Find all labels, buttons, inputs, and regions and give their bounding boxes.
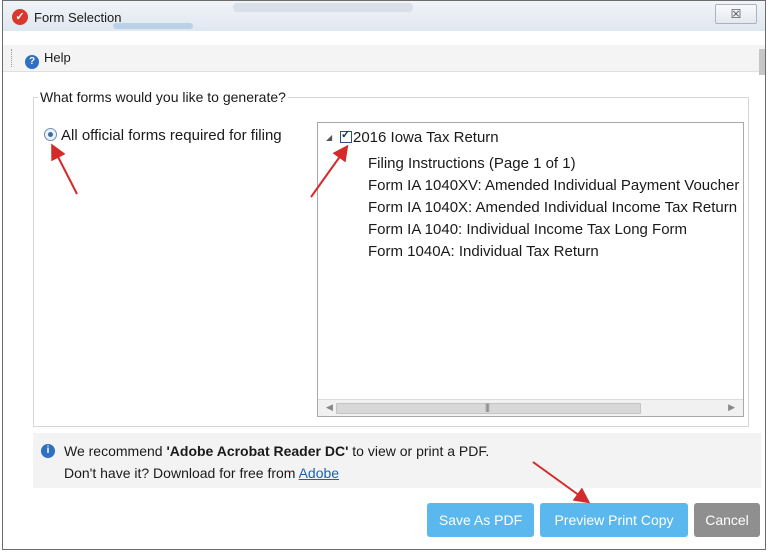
tree-root-label: 2016 Iowa Tax Return [353, 129, 499, 146]
pdf-info-box: i We recommend 'Adobe Acrobat Reader DC'… [33, 433, 761, 488]
group-legend: What forms would you like to generate? [38, 89, 288, 105]
recommend-suffix: to view or print a PDF. [348, 443, 490, 459]
grip-icon: ||| [485, 402, 490, 412]
expand-triangle-icon[interactable]: ◢ [326, 133, 340, 142]
recommend-text: We recommend 'Adobe Acrobat Reader DC' t… [64, 443, 489, 459]
tree-item[interactable]: Form 1040A: Individual Tax Return [368, 241, 743, 263]
close-button[interactable]: ☒ [715, 4, 757, 24]
download-prefix: Don't have it? Download for free from [64, 465, 299, 481]
save-as-pdf-button[interactable]: Save As PDF [427, 503, 534, 537]
recommended-app: 'Adobe Acrobat Reader DC' [166, 443, 349, 459]
background-blur [113, 23, 193, 29]
scroll-left-arrow-icon[interactable]: ◀ [326, 402, 333, 413]
help-icon: ? [25, 55, 39, 69]
tree-item[interactable]: Form IA 1040: Individual Income Tax Long… [368, 219, 743, 241]
tree-root-item[interactable]: ◢ 2016 Iowa Tax Return [326, 128, 499, 146]
title-bar: ✓ Form Selection ☒ [3, 1, 765, 31]
check-icon: ✓ [12, 9, 28, 25]
tree-root-checkbox[interactable] [340, 128, 352, 143]
tree-item[interactable]: Form IA 1040XV: Amended Individual Payme… [368, 175, 743, 197]
background-blur [233, 3, 413, 12]
all-forms-radio[interactable] [44, 128, 57, 141]
radio-label: All official forms required for filing [61, 127, 282, 144]
tree-item[interactable]: Filing Instructions (Page 1 of 1) [368, 153, 743, 175]
forms-tree-view[interactable]: ◢ 2016 Iowa Tax Return Filing Instruction… [317, 122, 744, 417]
window-scrollbar[interactable] [759, 49, 765, 75]
download-text: Don't have it? Download for free from Ad… [64, 465, 339, 481]
menu-bar: ? Help [3, 45, 765, 72]
scroll-right-arrow-icon[interactable]: ▶ [728, 402, 735, 413]
all-forms-radio-option[interactable]: All official forms required for filing [44, 127, 282, 144]
horizontal-scrollbar[interactable]: ◀ ||| ▶ [318, 399, 743, 416]
adobe-link[interactable]: Adobe [299, 465, 339, 481]
tree-item[interactable]: Form IA 1040X: Amended Individual Income… [368, 197, 743, 219]
cancel-button[interactable]: Cancel [694, 503, 760, 537]
info-icon: i [41, 444, 55, 458]
toolbar-grip [11, 49, 14, 67]
tree-children-list: Filing Instructions (Page 1 of 1) Form I… [368, 153, 743, 263]
help-label: Help [44, 50, 71, 65]
preview-print-copy-button[interactable]: Preview Print Copy [540, 503, 688, 537]
scrollbar-thumb[interactable]: ||| [336, 402, 641, 414]
recommend-prefix: We recommend [64, 443, 167, 459]
help-menu-item[interactable]: ? Help [25, 50, 71, 69]
window-title: Form Selection [34, 10, 122, 25]
